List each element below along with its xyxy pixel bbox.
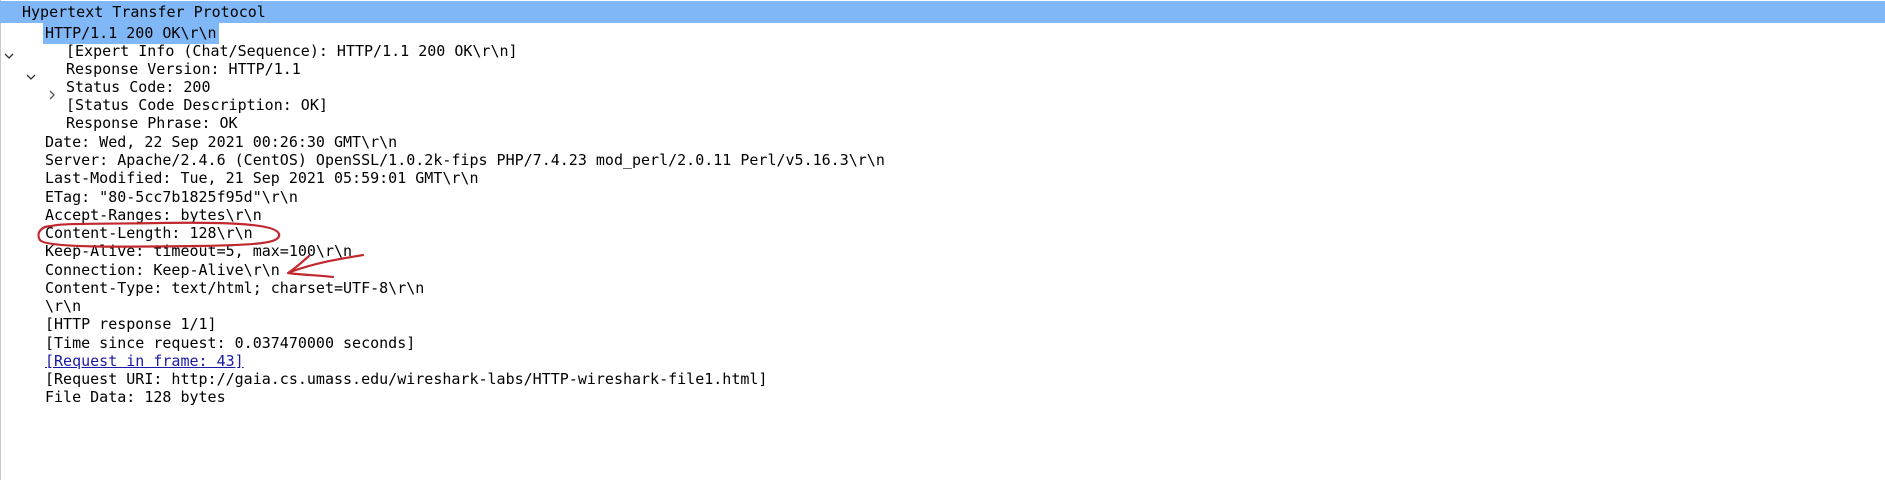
tree-row-http[interactable]: Hypertext Transfer Protocol (0, 1, 1885, 59)
tree-row-file-data[interactable]: File Data: 128 bytes (0, 386, 1885, 408)
tree-row-label: Hypertext Transfer Protocol (22, 3, 266, 21)
packet-details-pane: Hypertext Transfer Protocol HTTP/1.1 200… (0, 0, 1885, 480)
tree-row-label: File Data: 128 bytes (45, 388, 226, 406)
